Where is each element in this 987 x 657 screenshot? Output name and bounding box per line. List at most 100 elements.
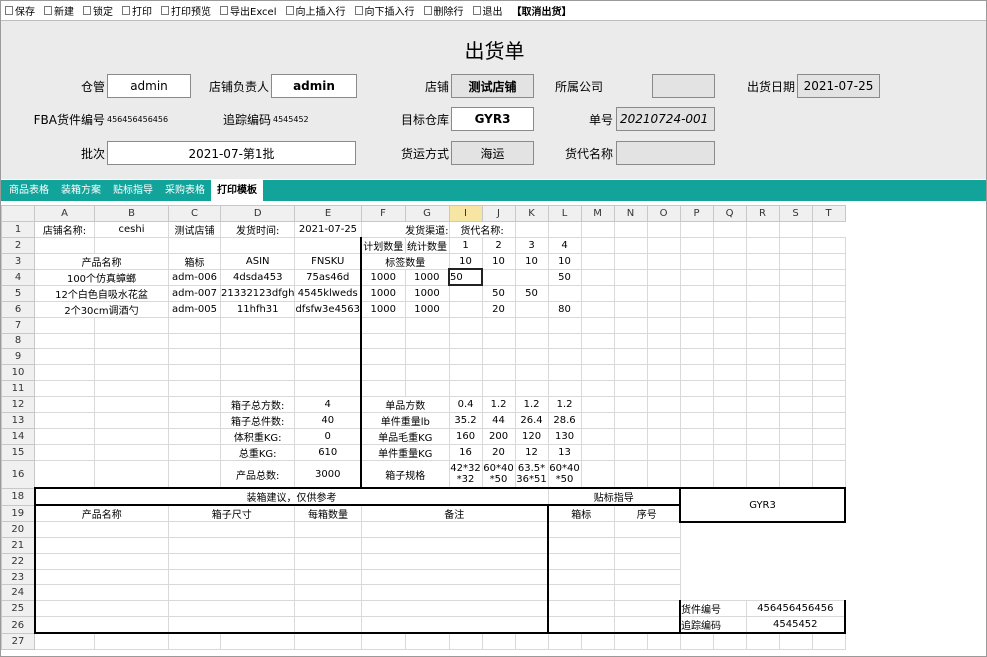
cell[interactable]: 40 xyxy=(294,411,362,429)
cell[interactable]: 货代名称: xyxy=(448,220,516,238)
cell[interactable] xyxy=(547,584,615,602)
cell[interactable]: 80 xyxy=(547,300,582,318)
cell[interactable] xyxy=(33,537,169,554)
cell[interactable]: FNSKU xyxy=(294,252,362,270)
cell[interactable] xyxy=(168,236,221,254)
cell[interactable] xyxy=(712,268,747,286)
cell[interactable] xyxy=(404,632,450,650)
cell[interactable] xyxy=(745,220,780,238)
cell[interactable]: 16 xyxy=(448,443,483,461)
cell[interactable] xyxy=(294,364,362,381)
cell[interactable] xyxy=(712,443,747,461)
cell[interactable] xyxy=(34,364,95,381)
row-header[interactable]: 24 xyxy=(1,584,35,602)
cell[interactable] xyxy=(33,584,169,602)
cell[interactable] xyxy=(580,252,615,270)
column-header[interactable]: A xyxy=(34,205,95,222)
cell[interactable] xyxy=(646,284,681,302)
cell[interactable] xyxy=(94,379,169,397)
cell[interactable] xyxy=(481,632,516,650)
cell[interactable]: 箱子总件数: xyxy=(219,411,296,429)
cell[interactable] xyxy=(613,300,648,318)
cell[interactable]: 28.6 xyxy=(547,411,582,429)
cell[interactable] xyxy=(646,316,681,334)
cell[interactable] xyxy=(613,411,648,429)
cell[interactable] xyxy=(712,411,747,429)
cell[interactable] xyxy=(481,316,516,334)
cell[interactable] xyxy=(168,395,221,413)
cell[interactable] xyxy=(294,537,362,554)
cell[interactable] xyxy=(294,552,362,570)
batch-field[interactable]: 2021-07-第1批 xyxy=(107,141,356,165)
cell[interactable] xyxy=(168,443,221,461)
cell[interactable] xyxy=(646,252,681,270)
cell[interactable] xyxy=(646,632,681,650)
cell[interactable]: 1000 xyxy=(360,300,406,318)
cell[interactable]: 1 xyxy=(448,236,483,254)
cell[interactable]: 总重KG: xyxy=(219,443,296,461)
toolbar-button-9[interactable]: 退出 xyxy=(472,3,503,18)
row-header[interactable]: 18 xyxy=(1,487,35,506)
cell[interactable] xyxy=(646,379,681,397)
cell[interactable]: 单件重量KG xyxy=(360,443,450,461)
cell[interactable] xyxy=(448,632,483,650)
cell[interactable]: 产品名称 xyxy=(34,252,169,270)
cell[interactable] xyxy=(712,316,747,334)
cell[interactable] xyxy=(547,379,582,397)
cell[interactable] xyxy=(646,443,681,461)
cell[interactable] xyxy=(448,379,483,397)
order-no-field[interactable]: 20210724-001 xyxy=(616,107,715,131)
tab-4[interactable]: 打印模板 xyxy=(211,180,263,201)
cell[interactable] xyxy=(679,300,714,318)
cell[interactable]: 50 xyxy=(514,284,549,302)
cell[interactable] xyxy=(34,236,95,254)
cell[interactable]: 测试店铺 xyxy=(168,220,221,238)
cell[interactable] xyxy=(646,395,681,413)
cell[interactable]: 产品名称 xyxy=(33,504,169,523)
cell[interactable]: 12 xyxy=(514,443,549,461)
cell[interactable] xyxy=(219,236,296,254)
cell[interactable] xyxy=(646,268,681,286)
cell[interactable]: 2021-07-25 xyxy=(294,220,362,238)
cell[interactable] xyxy=(811,236,846,254)
cell[interactable] xyxy=(811,316,846,334)
cell[interactable] xyxy=(778,332,813,350)
cell[interactable] xyxy=(404,316,450,334)
cell[interactable] xyxy=(712,220,747,238)
cell[interactable] xyxy=(745,332,780,350)
cell[interactable]: 10 xyxy=(481,252,516,270)
cell[interactable]: 11hfh31 xyxy=(219,300,296,318)
cell[interactable] xyxy=(294,521,362,539)
cell[interactable] xyxy=(167,584,296,602)
cell[interactable] xyxy=(712,364,747,381)
cell[interactable]: 备注 xyxy=(360,504,549,523)
cell[interactable]: 4 xyxy=(294,395,362,413)
column-header[interactable]: P xyxy=(679,205,714,222)
cell[interactable] xyxy=(745,252,780,270)
cell[interactable] xyxy=(613,427,648,445)
cell[interactable] xyxy=(481,268,516,286)
cell[interactable] xyxy=(613,552,681,570)
cell[interactable] xyxy=(514,268,549,286)
cell[interactable]: 35.2 xyxy=(448,411,483,429)
cell[interactable] xyxy=(360,316,406,334)
column-header[interactable]: N xyxy=(613,205,648,222)
cell[interactable]: 单品方数 xyxy=(360,395,450,413)
cell[interactable] xyxy=(168,411,221,429)
cell[interactable] xyxy=(94,427,169,445)
toolbar-button-7[interactable]: 向下插入行 xyxy=(354,3,415,18)
cell[interactable] xyxy=(94,348,169,366)
cell[interactable] xyxy=(811,395,846,413)
toolbar-button-3[interactable]: 打印 xyxy=(122,3,152,18)
cell[interactable] xyxy=(580,411,615,429)
target-warehouse-field[interactable]: GYR3 xyxy=(451,107,534,131)
column-header[interactable]: B xyxy=(94,205,169,222)
cell[interactable] xyxy=(34,411,95,429)
cell[interactable] xyxy=(481,379,516,397)
cell[interactable]: 21332123dfgh xyxy=(219,284,296,302)
cell[interactable] xyxy=(94,632,169,650)
column-header[interactable]: T xyxy=(811,205,846,222)
toolbar-button-10[interactable]: 【取消出货】 xyxy=(512,3,572,18)
cell[interactable] xyxy=(613,521,681,539)
cell[interactable] xyxy=(679,284,714,302)
